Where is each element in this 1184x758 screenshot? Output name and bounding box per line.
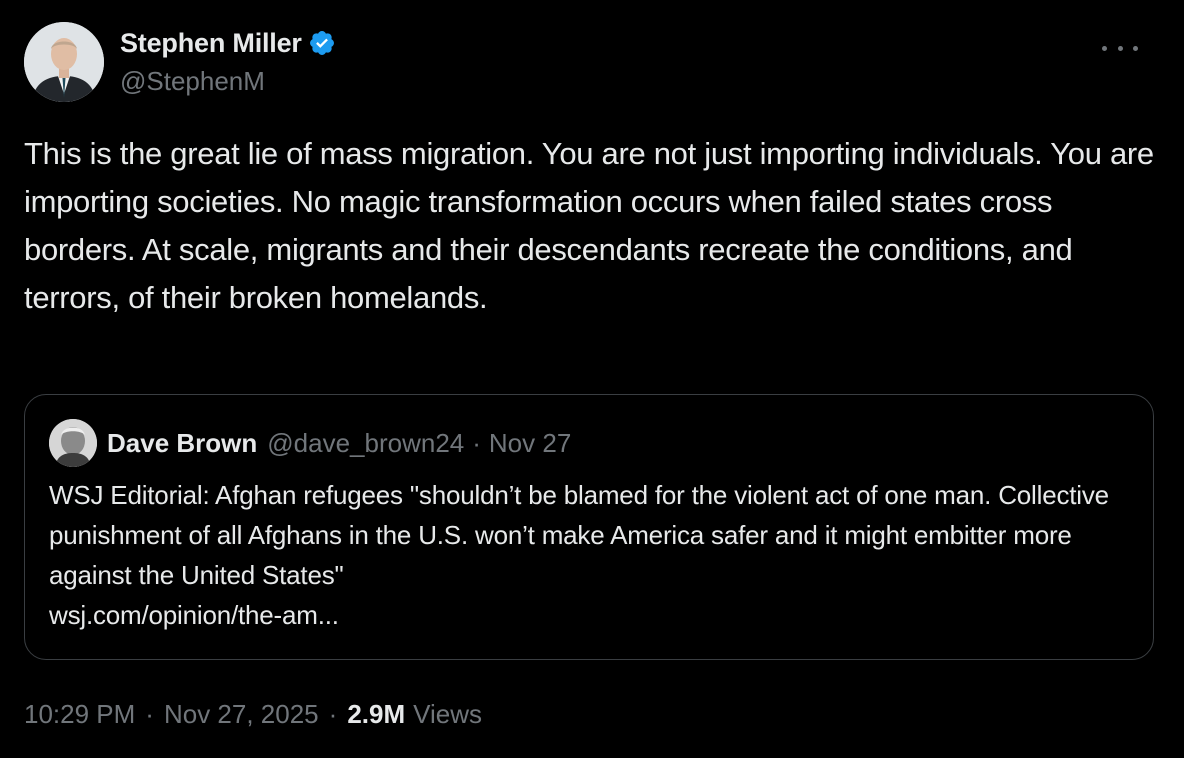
separator: · bbox=[472, 427, 481, 458]
views-count[interactable]: 2.9M bbox=[347, 699, 405, 730]
name-row: Stephen Miller bbox=[120, 26, 336, 60]
quoted-author-display-name[interactable]: Dave Brown bbox=[107, 428, 257, 459]
tweet-time[interactable]: 10:29 PM bbox=[24, 699, 135, 730]
tweet[interactable]: Stephen Miller @StephenM This is the gre… bbox=[0, 0, 1184, 758]
separator: · bbox=[328, 698, 338, 729]
author-avatar[interactable] bbox=[24, 22, 104, 102]
quoted-tweet-text: WSJ Editorial: Afghan refugees "shouldn’… bbox=[49, 475, 1139, 635]
tweet-meta: 10:29 PM · Nov 27, 2025 · 2.9M Views bbox=[24, 694, 482, 734]
quoted-tweet-header: Dave Brown @dave_brown24 · Nov 27 bbox=[49, 419, 571, 467]
verified-badge-icon[interactable] bbox=[308, 29, 336, 57]
dot bbox=[1117, 45, 1123, 51]
dot bbox=[1133, 45, 1138, 51]
quoted-tweet-link[interactable]: wsj.com/opinion/the-am... bbox=[49, 600, 339, 630]
separator: · bbox=[145, 698, 154, 729]
author-handle[interactable]: @StephenM bbox=[120, 66, 336, 97]
quoted-tweet-date[interactable]: Nov 27 bbox=[489, 428, 571, 459]
quoted-author-avatar[interactable] bbox=[49, 419, 97, 467]
more-options-icon[interactable] bbox=[1102, 36, 1138, 60]
quoted-author-handle[interactable]: @dave_brown24 bbox=[267, 428, 464, 459]
dot bbox=[1102, 45, 1107, 51]
author-display-name[interactable]: Stephen Miller bbox=[120, 28, 302, 59]
person-avatar-icon bbox=[49, 419, 97, 467]
tweet-text: This is the great lie of mass migration.… bbox=[24, 136, 1154, 315]
quoted-tweet[interactable]: Dave Brown @dave_brown24 · Nov 27 WSJ Ed… bbox=[24, 394, 1154, 660]
quoted-tweet-body: WSJ Editorial: Afghan refugees "shouldn’… bbox=[49, 480, 1109, 590]
tweet-date[interactable]: Nov 27, 2025 bbox=[164, 699, 319, 730]
tweet-header: Stephen Miller @StephenM bbox=[24, 22, 1160, 104]
views-label: Views bbox=[413, 698, 483, 729]
author-info: Stephen Miller @StephenM bbox=[120, 26, 336, 97]
person-suit-avatar-icon bbox=[24, 22, 104, 102]
